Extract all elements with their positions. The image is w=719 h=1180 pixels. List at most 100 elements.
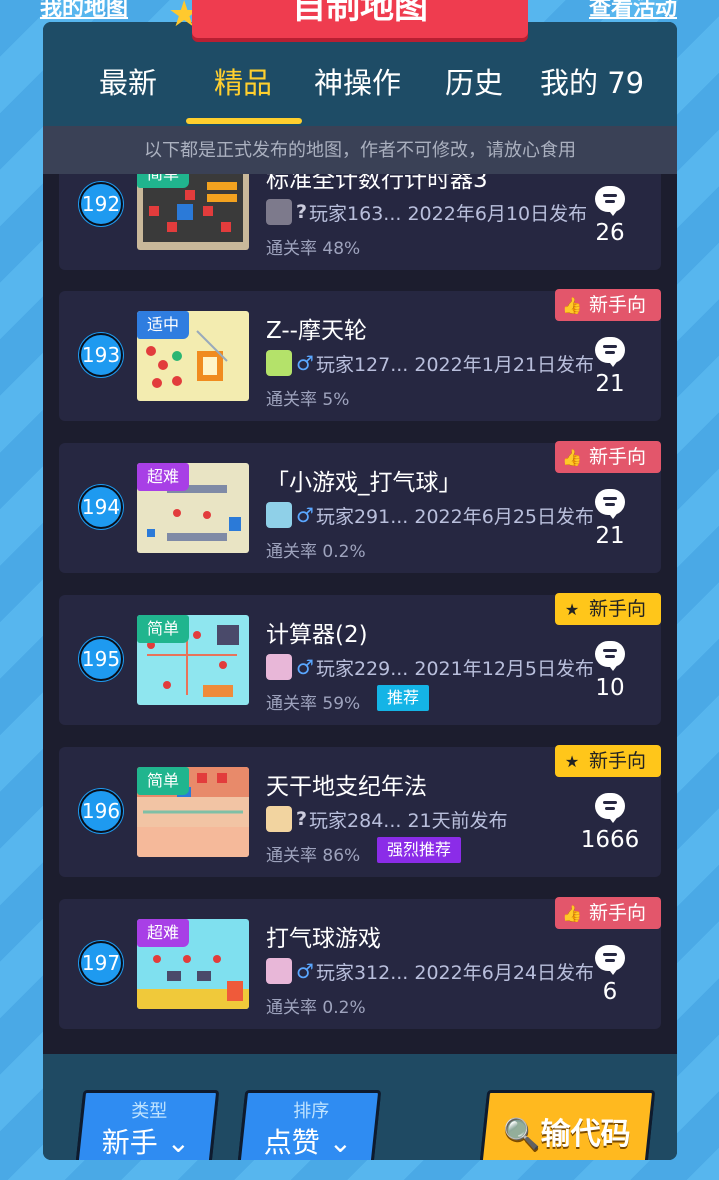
beginner-tag: 👍 新手向 [555, 897, 661, 929]
male-icon: ♂ [296, 503, 314, 527]
publish-date: 2022年6月10日发布 [407, 202, 588, 225]
comment-icon[interactable] [595, 945, 625, 975]
enter-code-button[interactable]: 🔍输代码 [478, 1090, 656, 1160]
rank-number: 192 [79, 182, 123, 226]
list-item[interactable]: 👍 新手向 197 超难 打气球游戏 ♂ 玩家312... 2022年6月24日发… [59, 897, 661, 1029]
publish-date: 2022年6月24日发布 [414, 961, 594, 984]
recommend-badge: 强烈推荐 [377, 837, 462, 863]
author-avatar[interactable] [266, 350, 292, 376]
male-icon: ♂ [296, 959, 314, 983]
tab-latest[interactable]: 最新 [99, 60, 157, 102]
map-title: 天干地支纪年法 [266, 774, 427, 800]
type-filter-label: 类型 [131, 1101, 168, 1122]
map-title: Z--摩天轮 [266, 318, 367, 344]
author-name[interactable]: 玩家312... [316, 958, 408, 985]
author-avatar[interactable] [266, 958, 292, 984]
publish-date: 2022年1月21日发布 [414, 353, 594, 376]
comment-icon[interactable] [595, 641, 625, 671]
pass-rate: 通关率 59% [266, 694, 361, 714]
map-title: 打气球游戏 [266, 926, 381, 952]
beginner-tag: ★ 新手向 [555, 745, 661, 777]
comment-count: 21 [595, 523, 625, 549]
star-icon: ★ [564, 600, 580, 619]
list-item[interactable]: 192 简单 标准全计数行计时器3 ? 玩家163... 2022年6月10日发… [59, 174, 661, 270]
list-item[interactable]: ★ 新手向 195 简单 计算器(2) ♂ 玩家229... 2021年12月5日… [59, 593, 661, 725]
type-filter-value: 新手 ⌄ [101, 1126, 191, 1159]
sort-filter-value: 点赞 ⌄ [263, 1126, 353, 1159]
map-title: 「小游戏_打气球」 [266, 470, 462, 496]
thumbs-up-icon: 👍 [562, 904, 582, 923]
tab-featured[interactable]: 精品 [214, 60, 272, 102]
map-meta: ? 玩家163... 2022年6月10日发布 [266, 198, 587, 226]
tab-skillful[interactable]: 神操作 [314, 60, 401, 102]
author-name[interactable]: 玩家284... [309, 806, 401, 833]
rank-number: 196 [79, 789, 123, 833]
male-icon: ♂ [296, 351, 314, 375]
beginner-tag: 👍 新手向 [555, 441, 661, 473]
male-icon: ♂ [296, 655, 314, 679]
publish-date: 21天前发布 [407, 809, 508, 832]
author-avatar[interactable] [266, 199, 292, 225]
publish-date: 2021年12月5日发布 [414, 657, 594, 680]
map-panel: 最新 精品 神操作 历史 我的 79 以下都是正式发布的地图，作者不可修改，请放… [43, 22, 677, 1160]
map-title: 标准全计数行计时器3 [266, 174, 488, 193]
list-item[interactable]: ★ 新手向 196 简单 天干地支纪年法 ? 玩家284... 21天前发布 通关… [59, 745, 661, 877]
comment-count: 26 [595, 220, 625, 246]
pass-rate: 通关率 48% [266, 239, 361, 259]
thumbs-up-icon: 👍 [562, 448, 582, 467]
author-avatar[interactable] [266, 806, 292, 832]
list-item[interactable]: 👍 新手向 193 适中 Z--摩天轮 ♂ 玩家127... 2022年1月21日… [59, 289, 661, 421]
author-avatar[interactable] [266, 654, 292, 680]
notice-bar: 以下都是正式发布的地图，作者不可修改，请放心食用 [43, 126, 677, 174]
author-name[interactable]: 玩家291... [316, 502, 408, 529]
publish-date: 2022年6月25日发布 [414, 505, 594, 528]
tab-mine[interactable]: 我的 79 [540, 60, 644, 102]
comment-icon[interactable] [595, 337, 625, 367]
chevron-down-icon: ⌄ [166, 1126, 191, 1159]
author-name[interactable]: 玩家127... [316, 350, 408, 377]
thumbs-up-icon: 👍 [562, 296, 582, 315]
pass-rate: 通关率 0.2% [266, 998, 366, 1018]
map-meta: ♂ 玩家312... 2022年6月24日发布 [266, 957, 594, 985]
author-avatar[interactable] [266, 502, 292, 528]
beginner-tag: ★ 新手向 [555, 593, 661, 625]
author-name[interactable]: 玩家163... [309, 199, 401, 226]
sort-filter-label: 排序 [293, 1101, 330, 1122]
map-meta: ? 玩家284... 21天前发布 [266, 805, 508, 833]
tab-history[interactable]: 历史 [445, 60, 503, 102]
recommend-badge: 推荐 [377, 685, 430, 711]
difficulty-badge: 简单 [137, 767, 190, 795]
rank-number: 197 [79, 941, 123, 985]
comment-count: 21 [595, 371, 625, 397]
difficulty-badge: 超难 [137, 919, 190, 947]
my-maps-link[interactable]: 我的地图 [40, 0, 128, 22]
comment-icon[interactable] [595, 186, 625, 216]
map-list[interactable]: 192 简单 标准全计数行计时器3 ? 玩家163... 2022年6月10日发… [43, 174, 677, 1054]
comment-count: 6 [602, 979, 618, 1005]
comment-count: 1666 [580, 827, 640, 853]
map-meta: ♂ 玩家127... 2022年1月21日发布 [266, 349, 594, 377]
list-item[interactable]: 👍 新手向 194 超难 「小游戏_打气球」 ♂ 玩家291... 2022年6月… [59, 441, 661, 573]
difficulty-badge: 简单 [137, 174, 190, 188]
comment-icon[interactable] [595, 489, 625, 519]
pass-rate: 通关率 5% [266, 390, 350, 410]
active-tab-indicator [186, 118, 302, 124]
difficulty-badge: 简单 [137, 615, 190, 643]
author-name[interactable]: 玩家229... [316, 654, 408, 681]
chevron-down-icon: ⌄ [328, 1126, 353, 1159]
map-meta: ♂ 玩家229... 2021年12月5日发布 [266, 653, 594, 681]
sort-filter-button[interactable]: 排序 点赞 ⌄ [236, 1090, 382, 1160]
pass-rate: 通关率 86% [266, 846, 361, 866]
page-title-banner: 自制地图 [192, 0, 528, 38]
rank-number: 195 [79, 637, 123, 681]
map-title: 计算器(2) [266, 622, 368, 648]
comment-count: 10 [595, 675, 625, 701]
comment-icon[interactable] [595, 793, 625, 823]
rank-number: 194 [79, 485, 123, 529]
type-filter-button[interactable]: 类型 新手 ⌄ [74, 1090, 220, 1160]
gender-unknown-icon: ? [296, 201, 308, 223]
map-meta: ♂ 玩家291... 2022年6月25日发布 [266, 501, 594, 529]
gender-unknown-icon: ? [296, 808, 308, 830]
view-events-link[interactable]: 查看活动 [589, 0, 677, 22]
pass-rate: 通关率 0.2% [266, 542, 366, 562]
